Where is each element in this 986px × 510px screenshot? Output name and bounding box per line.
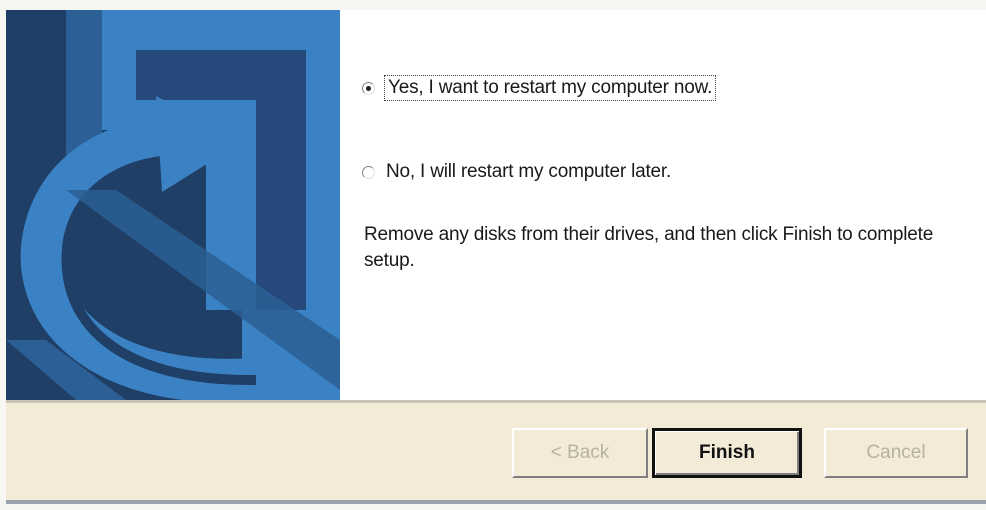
setup-complete-dialog: Yes, I want to restart my computer now. … — [6, 10, 986, 504]
restart-later-label[interactable]: No, I will restart my computer later. — [386, 161, 671, 183]
back-button[interactable]: < Back — [512, 428, 648, 478]
radio-unselected-icon[interactable] — [362, 165, 375, 179]
restart-now-label[interactable]: Yes, I want to restart my computer now. — [383, 75, 717, 101]
cancel-button[interactable]: Cancel — [824, 428, 968, 478]
content-pane: Yes, I want to restart my computer now. … — [340, 10, 986, 400]
divider — [6, 400, 986, 403]
restart-now-option[interactable]: Yes, I want to restart my computer now. — [362, 73, 717, 103]
restart-later-option[interactable]: No, I will restart my computer later. — [362, 157, 671, 187]
radio-selected-icon[interactable] — [362, 81, 375, 95]
instructions-text: Remove any disks from their drives, and … — [364, 224, 934, 271]
setup-logo-icon — [6, 10, 340, 400]
window-bottom-border — [6, 500, 986, 504]
finish-button[interactable]: Finish — [652, 428, 802, 478]
wizard-side-graphic — [6, 10, 340, 400]
